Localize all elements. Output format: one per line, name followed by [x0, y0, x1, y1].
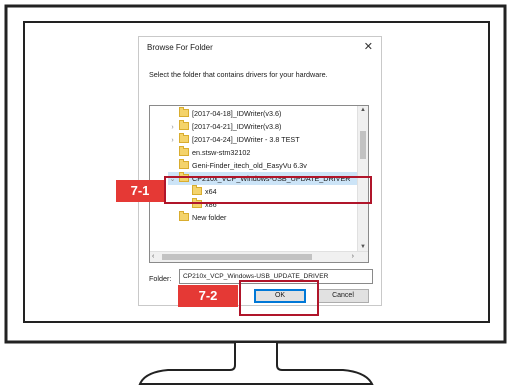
dialog-title: Browse For Folder	[147, 43, 213, 52]
tree-item-label: [2017-04-24]_IDWriter - 3.8 TEST	[192, 135, 300, 144]
folder-icon	[179, 120, 189, 130]
browse-for-folder-dialog: Browse For Folder ✕ Select the folder th…	[138, 36, 382, 306]
scroll-down-icon[interactable]: ▼	[358, 244, 368, 250]
folder-icon	[179, 159, 189, 169]
step-7-2-callout: 7-2	[178, 285, 238, 307]
tree-item[interactable]: › [2017-04-21]_IDWriter(v3.8)	[168, 120, 281, 133]
step-7-1-highlight-frame	[164, 176, 372, 204]
tree-item[interactable]: New folder	[179, 211, 226, 224]
tree-item-label: [2017-04-21]_IDWriter(v3.8)	[192, 122, 282, 131]
dialog-instruction: Select the folder that contains drivers …	[149, 70, 328, 79]
tree-item-label: [2017-04-18]_IDWriter(v3.6)	[192, 109, 282, 118]
scroll-thumb[interactable]	[360, 131, 366, 159]
tree-item-label: en.stsw-stm32102	[192, 148, 251, 157]
step-7-2-highlight-frame	[239, 280, 319, 316]
folder-icon	[179, 107, 189, 117]
tree-item[interactable]: › [2017-04-24]_IDWriter - 3.8 TEST	[168, 133, 300, 146]
monitor-stand	[138, 343, 374, 385]
cancel-button[interactable]: Cancel	[317, 289, 369, 303]
tree-item[interactable]: [2017-04-18]_IDWriter(v3.6)	[168, 107, 281, 120]
tree-item-label: New folder	[192, 213, 227, 222]
folder-icon	[179, 146, 189, 156]
scroll-up-icon[interactable]: ▲	[358, 107, 368, 113]
close-icon[interactable]: ✕	[364, 40, 373, 53]
tutorial-illustration: Browse For Folder ✕ Select the folder th…	[0, 0, 511, 389]
step-7-1-callout: 7-1	[116, 180, 164, 202]
scroll-right-icon[interactable]: ›	[352, 252, 354, 262]
tree-item[interactable]: en.stsw-stm32102	[168, 146, 250, 159]
folder-icon	[179, 211, 189, 221]
scroll-left-icon[interactable]: ‹	[152, 252, 154, 262]
tree-item-label: Geni-Finder_itech_old_EasyVu 6.3v	[192, 161, 307, 170]
folder-field-label: Folder:	[149, 274, 172, 283]
tree-item[interactable]: Geni-Finder_itech_old_EasyVu 6.3v	[168, 159, 307, 172]
horizontal-scrollbar[interactable]: ‹ ›	[150, 251, 368, 262]
folder-icon	[179, 133, 189, 143]
scroll-thumb[interactable]	[162, 254, 312, 260]
